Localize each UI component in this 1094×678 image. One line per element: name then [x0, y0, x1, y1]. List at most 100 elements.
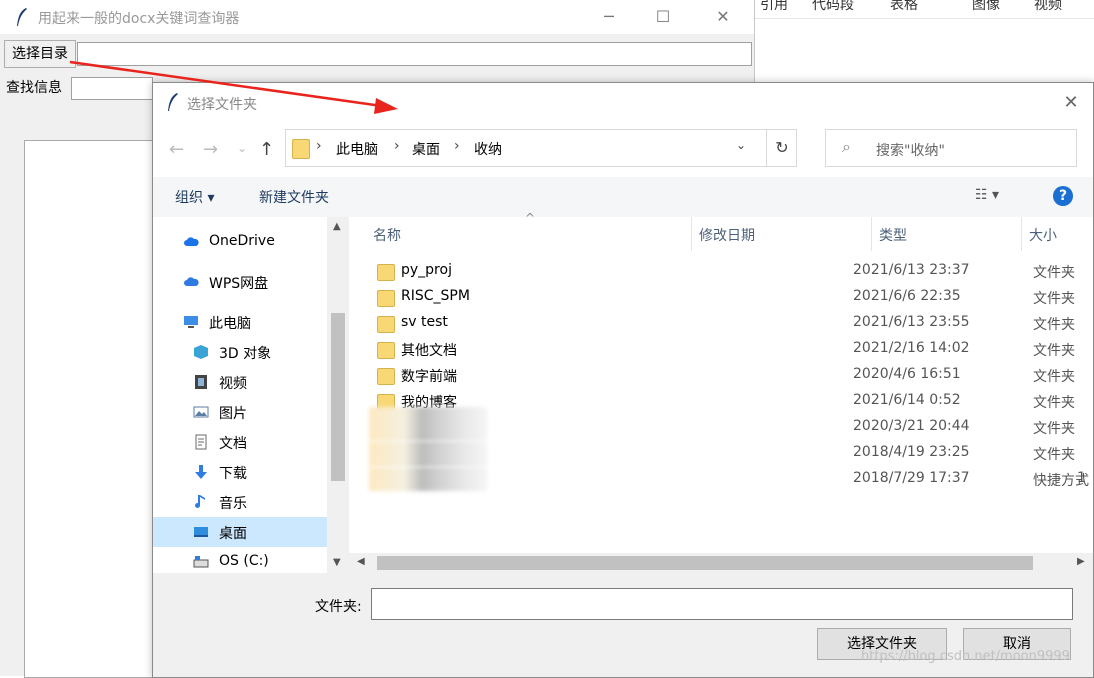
file-name: 其他文档 — [401, 343, 457, 359]
column-header-type[interactable]: 类型 — [879, 225, 907, 245]
folder-icon — [377, 316, 395, 333]
file-row[interactable]: 其他文档 2021/2/16 14:02 文件夹 — [349, 337, 1093, 363]
organize-button[interactable]: 组织 ▾ — [175, 187, 214, 207]
background-window-tabs: 引用 代码段 表格 图像 视频 — [754, 0, 1094, 19]
file-type: 文件夹 — [1033, 291, 1075, 307]
nav-item-label: 文档 — [219, 436, 247, 452]
address-bar[interactable]: › 此电脑 › 桌面 › 收纳 ⌄ ↻ — [285, 129, 797, 167]
nav-item-this-pc[interactable]: 此电脑 — [153, 307, 327, 337]
film-icon — [195, 375, 207, 389]
scroll-left-icon[interactable]: ◀ — [357, 556, 365, 567]
nav-item-documents[interactable]: 文档 — [153, 427, 327, 457]
nav-item-os-drive[interactable]: OS (C:) — [153, 547, 327, 577]
maximize-button[interactable]: ☐ — [640, 0, 686, 34]
window-title: 用起来一般的docx关键词查询器 — [38, 11, 240, 27]
file-row[interactable]: 2018/7/29 17:37 快捷方式 1 — [349, 467, 1093, 493]
search-input[interactable]: ⌕ 搜索"收纳" — [825, 129, 1077, 167]
file-date: 2020/3/21 20:44 — [853, 418, 970, 434]
horizontal-scrollbar[interactable]: ◀ ▶ — [349, 553, 1093, 573]
nav-item-label: 桌面 — [219, 526, 247, 542]
file-type: 文件夹 — [1033, 317, 1075, 333]
nav-item-desktop[interactable]: 桌面 — [153, 517, 327, 547]
scrollbar-thumb[interactable] — [377, 556, 1033, 570]
directory-entry[interactable] — [77, 42, 752, 66]
column-header-modified[interactable]: 修改日期 — [699, 225, 755, 245]
help-icon[interactable]: ? — [1053, 186, 1073, 206]
file-date: 2021/6/6 22:35 — [853, 288, 961, 304]
file-row[interactable]: 2018/4/19 23:25 文件夹 — [349, 441, 1093, 467]
file-name: 数字前端 — [401, 369, 457, 385]
file-row[interactable]: sv test 2021/6/13 23:55 文件夹 — [349, 311, 1093, 337]
minimize-button[interactable]: ─ — [586, 0, 632, 34]
nav-item-label: OneDrive — [209, 233, 275, 249]
file-date: 2021/2/16 14:02 — [853, 340, 970, 356]
nav-item-label: 下载 — [219, 466, 247, 482]
search-placeholder: 搜索"收纳" — [876, 143, 945, 159]
main-titlebar: 用起来一般的docx关键词查询器 ─ ☐ ✕ — [0, 0, 754, 34]
dialog-close-button[interactable]: ✕ — [1053, 88, 1089, 118]
column-divider[interactable] — [691, 217, 692, 251]
back-button[interactable]: ← — [169, 139, 184, 160]
file-name: RISC_SPM — [401, 288, 470, 304]
select-directory-button[interactable]: 选择目录 — [4, 40, 76, 68]
select-folder-dialog: 选择文件夹 ✕ ← → ⌄ ↑ › 此电脑 › 桌面 › 收纳 ⌄ ↻ ⌕ 搜索… — [152, 82, 1094, 678]
folder-icon — [377, 342, 395, 359]
search-entry[interactable] — [71, 77, 153, 100]
scroll-up-icon[interactable]: ▲ — [333, 221, 341, 232]
nav-item-3d-objects[interactable]: 3D 对象 — [153, 337, 327, 367]
file-row[interactable]: RISC_SPM 2021/6/6 22:35 文件夹 — [349, 285, 1093, 311]
breadcrumb-storage[interactable]: 收纳 — [474, 139, 502, 159]
file-type: 文件夹 — [1033, 265, 1075, 281]
scroll-right-icon[interactable]: ▶ — [1077, 556, 1085, 567]
file-name: py_proj — [401, 262, 452, 278]
image-icon — [193, 406, 209, 418]
breadcrumb-this-pc[interactable]: 此电脑 — [336, 139, 378, 159]
column-divider[interactable] — [1021, 217, 1022, 251]
view-options-button[interactable]: ☷ ▾ — [975, 187, 999, 203]
breadcrumb-desktop[interactable]: 桌面 — [412, 139, 440, 159]
bg-tab: 图像 — [972, 0, 1000, 13]
nav-item-music[interactable]: 音乐 — [153, 487, 327, 517]
output-text-area[interactable] — [24, 140, 154, 678]
cloud-icon — [184, 237, 199, 246]
file-date: 2018/7/29 17:37 — [853, 470, 970, 486]
recent-locations-button[interactable]: ⌄ — [237, 141, 247, 155]
nav-item-onedrive[interactable]: OneDrive — [153, 227, 327, 257]
scrollbar-thumb[interactable] — [331, 313, 345, 481]
nav-item-downloads[interactable]: 下载 — [153, 457, 327, 487]
folder-icon — [377, 290, 395, 307]
nav-item-pictures[interactable]: 图片 — [153, 397, 327, 427]
file-row[interactable]: py_proj 2021/6/13 23:37 文件夹 — [349, 259, 1093, 285]
new-folder-button[interactable]: 新建文件夹 — [259, 187, 329, 207]
navigation-scrollbar[interactable]: ▲ ▼ — [327, 217, 349, 573]
bg-tab: 视频 — [1034, 0, 1062, 13]
nav-item-wps-drive[interactable]: WPS网盘 — [153, 267, 327, 297]
file-row[interactable]: 2020/3/21 20:44 文件夹 — [349, 407, 1093, 441]
nav-item-videos[interactable]: 视频 — [153, 367, 327, 397]
column-header-name[interactable]: 名称 — [373, 225, 401, 245]
music-icon — [195, 495, 205, 508]
navigation-pane: OneDrive WPS网盘 此电脑 3D 对象 视频 图片 文档 下载 音乐 … — [153, 217, 349, 573]
file-row[interactable]: 数字前端 2020/4/6 16:51 文件夹 — [349, 363, 1093, 389]
scroll-down-icon[interactable]: ▼ — [333, 557, 341, 568]
column-header-size[interactable]: 大小 — [1029, 225, 1057, 245]
feather-icon — [17, 8, 27, 26]
file-date: 2021/6/13 23:55 — [853, 314, 970, 330]
nav-item-label: 音乐 — [219, 496, 247, 512]
file-name: sv test — [401, 314, 448, 330]
bg-tab: 表格 — [890, 0, 918, 13]
file-type: 文件夹 — [1033, 369, 1075, 385]
bg-tab: 引用 — [760, 0, 788, 13]
folder-label: 文件夹: — [315, 599, 362, 615]
file-type: 文件夹 — [1033, 343, 1075, 359]
file-type: 文件夹 — [1033, 395, 1075, 411]
file-date: 2021/6/13 23:37 — [853, 262, 970, 278]
redacted-filename — [369, 467, 487, 491]
close-button[interactable]: ✕ — [700, 0, 746, 34]
chevron-down-icon[interactable]: ⌄ — [736, 138, 746, 152]
refresh-button[interactable]: ↻ — [766, 130, 797, 166]
forward-button[interactable]: → — [203, 139, 218, 160]
column-divider[interactable] — [871, 217, 872, 251]
folder-name-input[interactable] — [371, 588, 1073, 620]
up-button[interactable]: ↑ — [259, 139, 274, 160]
